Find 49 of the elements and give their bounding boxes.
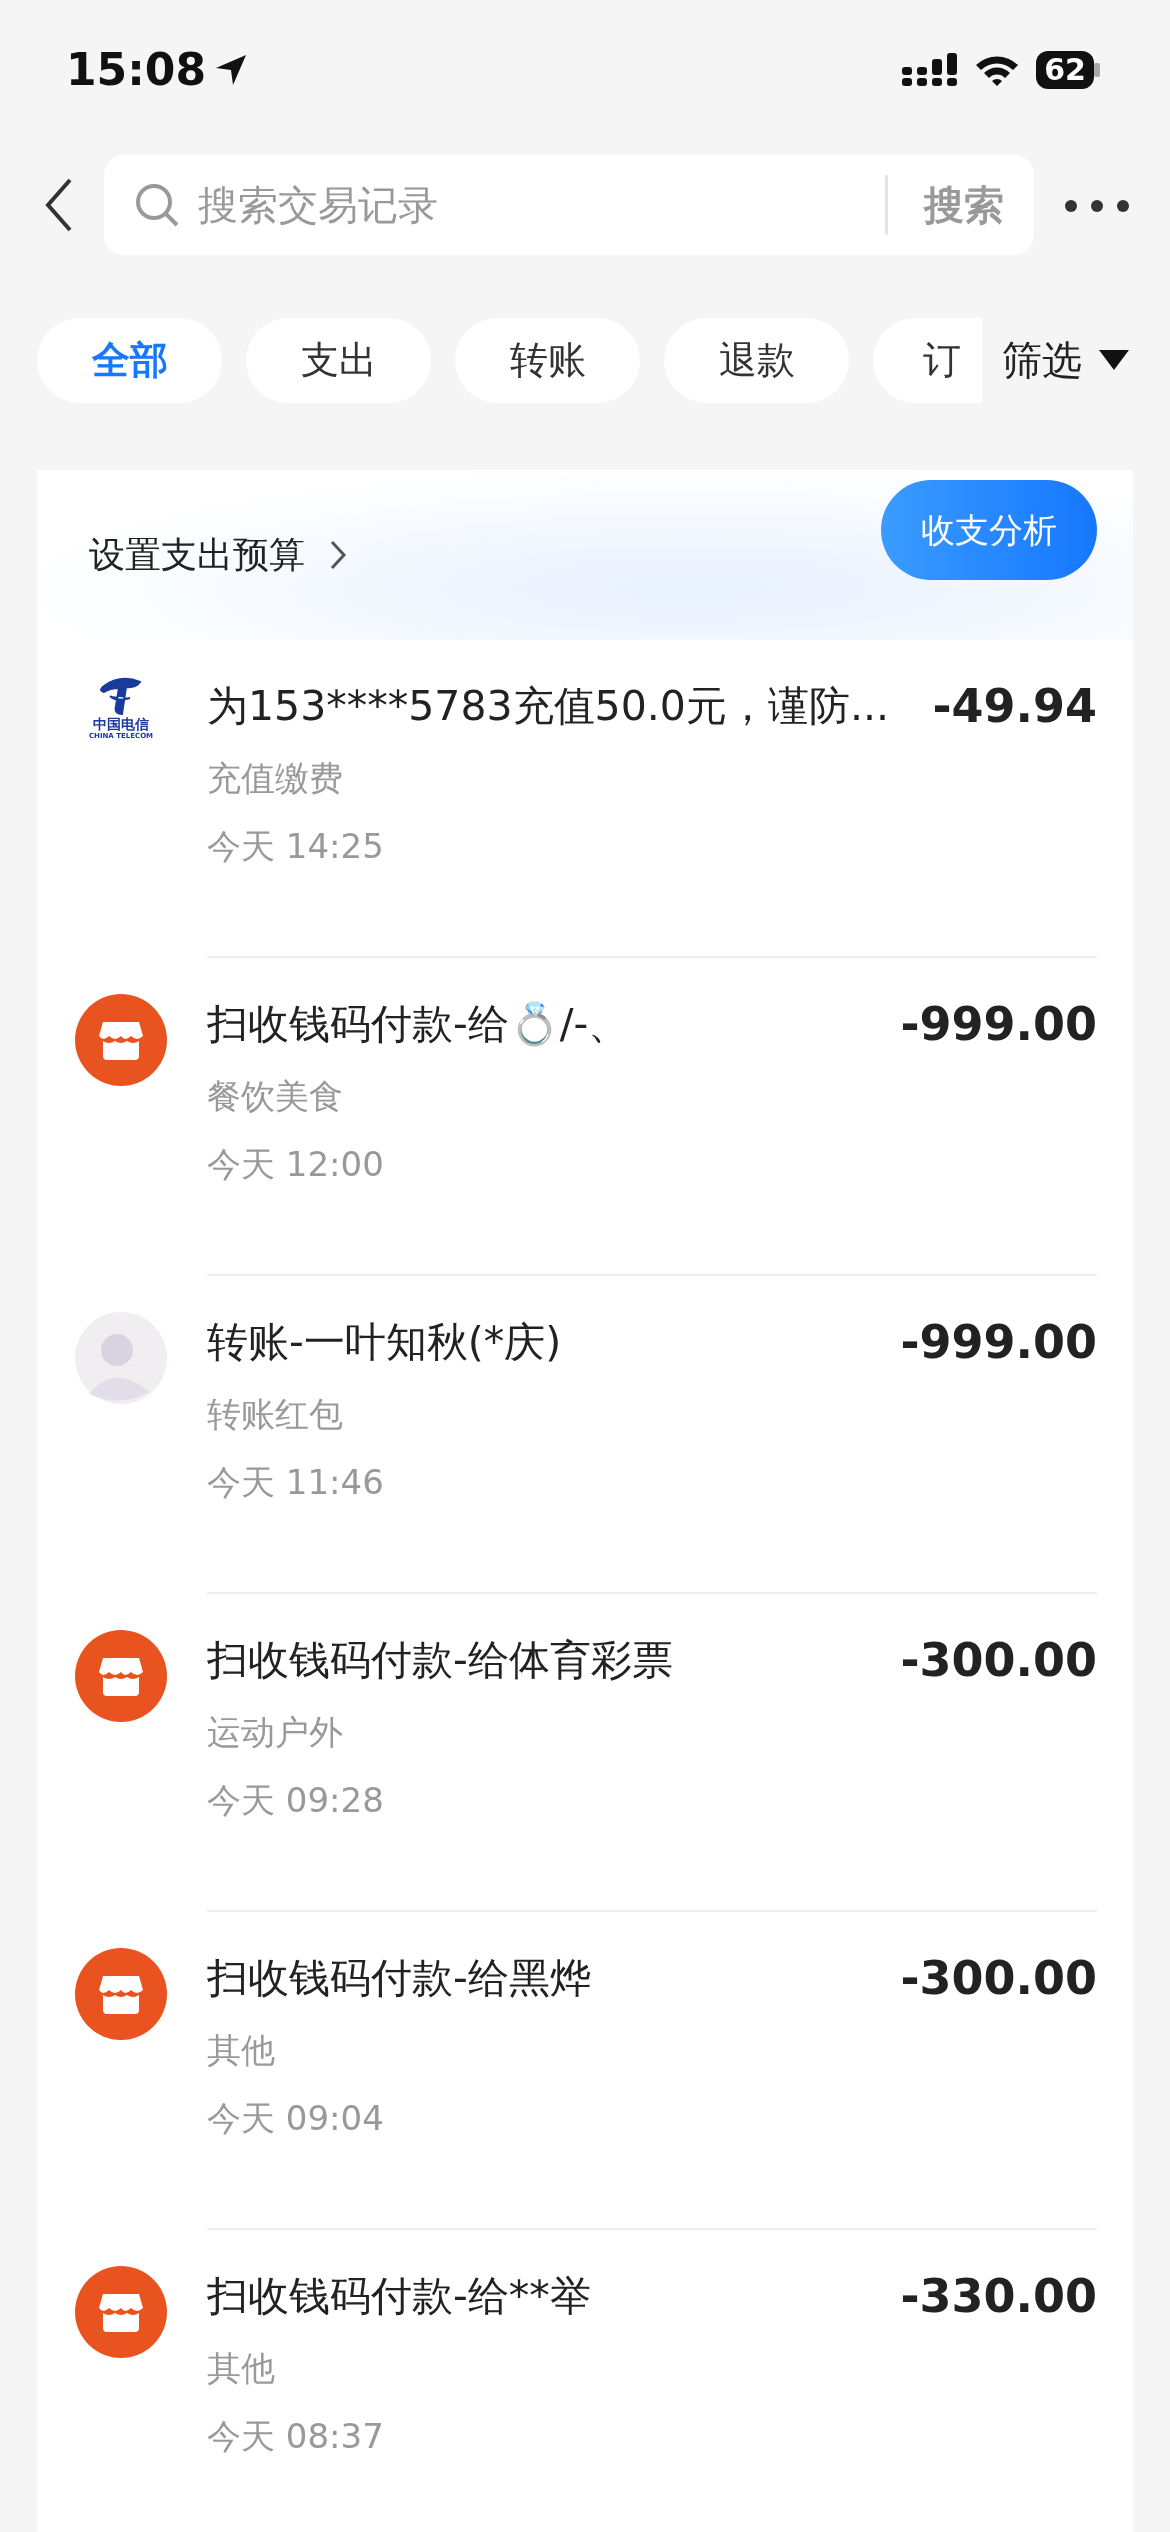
transaction-amount: -999.00: [900, 1314, 1097, 1371]
logo-text: 中国电信: [93, 716, 149, 732]
transaction-amount: -49.94: [932, 678, 1097, 735]
battery-tip-icon: [1094, 63, 1100, 77]
analysis-button[interactable]: 收支分析: [881, 480, 1097, 580]
filter-tab[interactable]: 转账: [455, 318, 640, 403]
transaction-amount: -330.00: [900, 2268, 1097, 2325]
transaction-category: 转账红包: [207, 1393, 344, 1436]
transaction-title: 扫收钱码付款-给黑烨: [207, 1953, 592, 2004]
battery-level: 62: [1036, 51, 1094, 89]
transaction-amount: -300.00: [900, 1950, 1097, 2007]
transaction-amount: -999.00: [900, 996, 1097, 1053]
back-button[interactable]: [44, 177, 74, 233]
filter-menu-label[interactable]: 筛选: [1002, 330, 1082, 390]
transaction-time: 今天 09:28: [207, 1779, 385, 1822]
transaction-category: 充值缴费: [207, 757, 344, 800]
transaction-title: 转账-一叶知秋(*庆): [207, 1317, 563, 1368]
search-icon: [134, 182, 180, 228]
store-icon: [75, 2266, 167, 2358]
transaction-time: 今天 09:04: [207, 2097, 385, 2140]
transaction-title: 为153****5783充值50.0元，谨防...: [207, 681, 890, 732]
transaction-title: 扫收钱码付款-给💍/-、: [207, 999, 631, 1050]
transaction-amount: -300.00: [900, 1632, 1097, 1689]
filter-tab[interactable]: 全部: [37, 318, 222, 403]
transaction-time: 今天 11:46: [207, 1461, 385, 1504]
more-icon: [1064, 198, 1130, 213]
filter-tab[interactable]: 支出: [246, 318, 431, 403]
filter-tab[interactable]: 订: [873, 318, 982, 403]
store-icon: [75, 1948, 167, 2040]
wifi-icon: [974, 53, 1021, 87]
transaction-category: 其他: [207, 2029, 276, 2072]
transaction-time: 今天 14:25: [207, 825, 385, 868]
back-icon: [44, 177, 74, 233]
transaction-title: 扫收钱码付款-给体育彩票: [207, 1635, 674, 1686]
transaction-category: 其他: [207, 2347, 276, 2390]
store-icon: [75, 994, 167, 1086]
location-arrow-icon: [214, 53, 249, 87]
transaction-time: 今天 12:00: [207, 1143, 385, 1186]
transaction-time: 今天 08:37: [207, 2415, 385, 2458]
signal-icon: [902, 53, 959, 87]
transaction-title: 扫收钱码付款-给**举: [207, 2271, 592, 2322]
transaction-category: 运动户外: [207, 1711, 344, 1754]
store-icon: [75, 1630, 167, 1722]
status-time: 15:08: [66, 43, 207, 97]
budget-link[interactable]: 设置支出预算: [89, 528, 305, 582]
transaction-category: 餐饮美食: [207, 1075, 344, 1118]
chevron-right-icon: [329, 539, 347, 571]
dropdown-caret-icon: [1098, 349, 1130, 371]
filter-tab[interactable]: 退款: [664, 318, 849, 403]
